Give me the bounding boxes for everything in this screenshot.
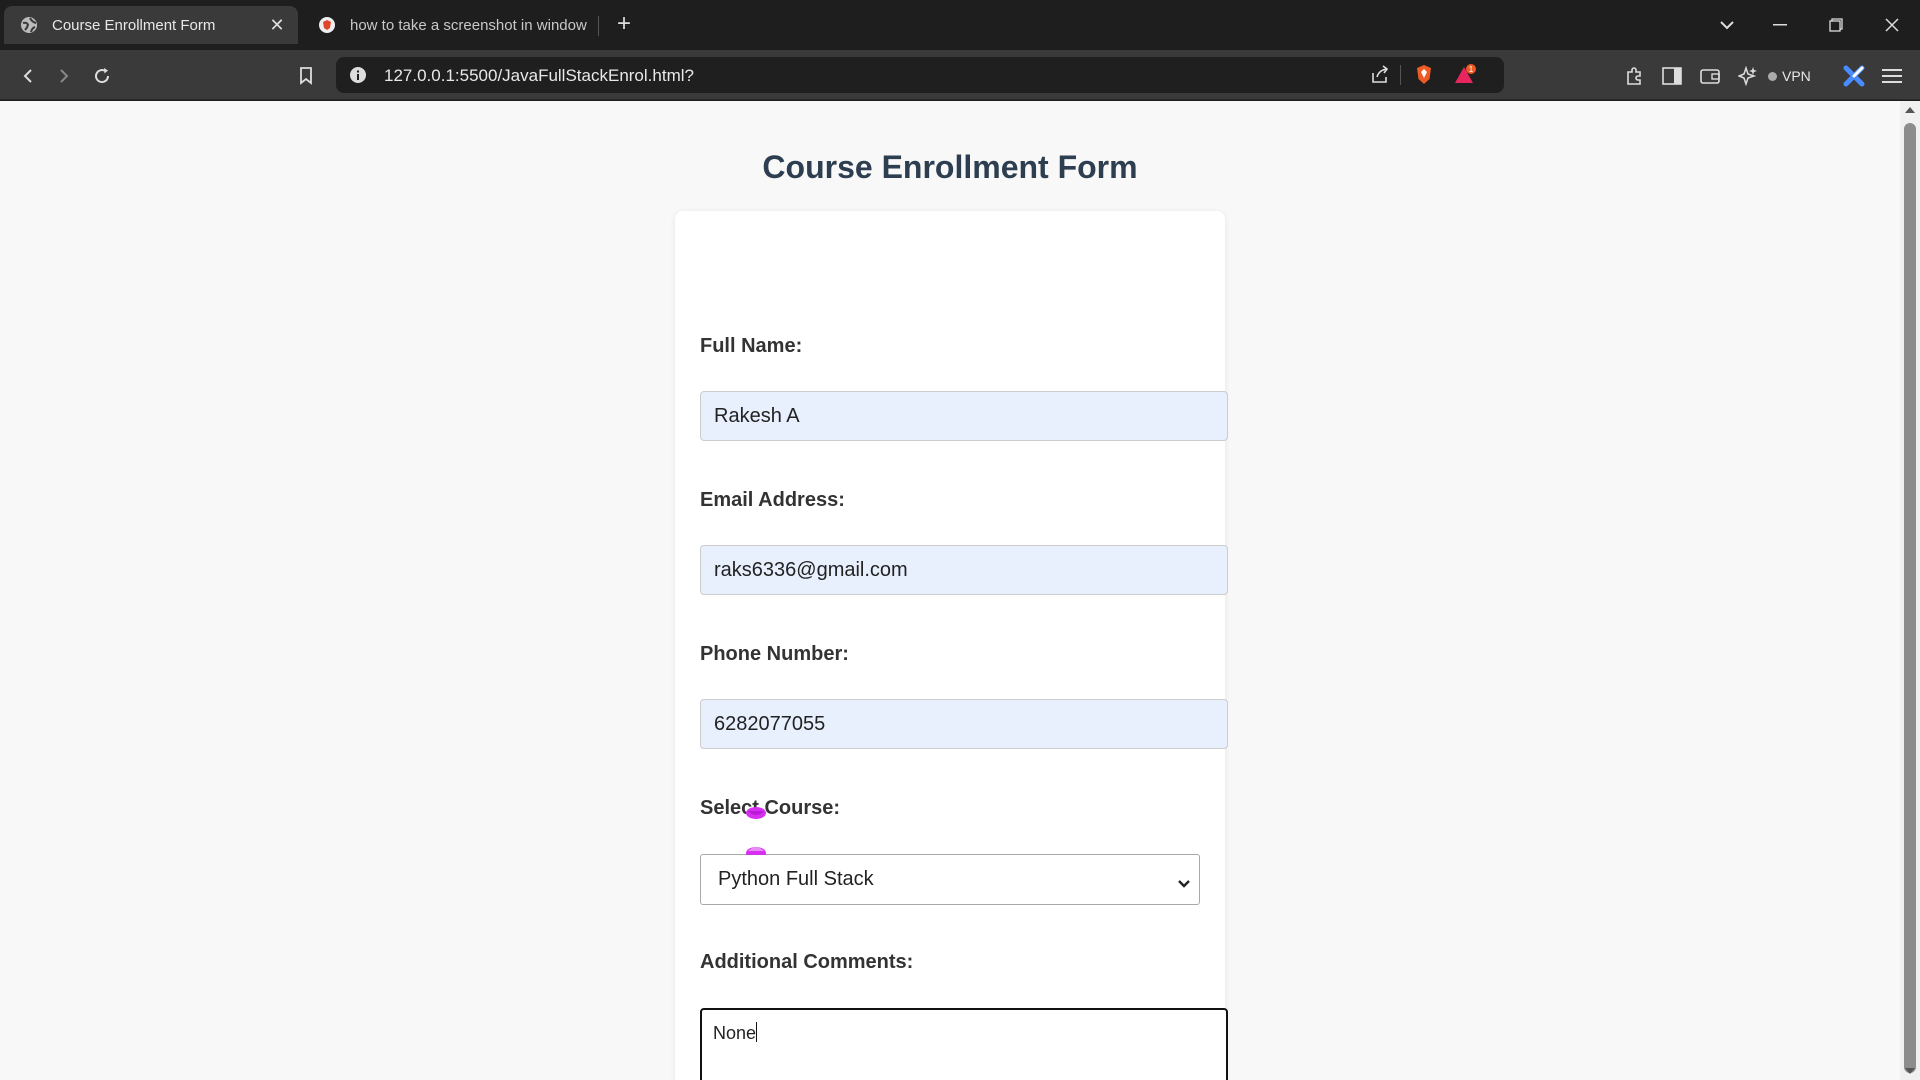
scrollbar-thumb[interactable] (1904, 123, 1916, 1073)
text-select-cursor-icon (745, 805, 767, 860)
email-label: Email Address: (700, 489, 845, 511)
email-input[interactable]: raks6336@gmail.com (700, 545, 1228, 595)
text-caret (756, 1022, 758, 1042)
full-name-input[interactable]: Rakesh A (700, 391, 1228, 441)
new-tab-button[interactable]: + (610, 10, 638, 38)
comments-label: Additional Comments: (700, 951, 914, 973)
course-selected-value: Python Full Stack (718, 868, 874, 890)
menu-icon[interactable] (1878, 62, 1906, 90)
site-info-icon[interactable] (346, 63, 370, 87)
close-tab-icon[interactable]: ✕ (264, 12, 290, 38)
sidebar-icon[interactable] (1658, 62, 1686, 90)
extensions-icon[interactable] (1620, 62, 1648, 90)
brave-rewards-icon[interactable]: 1 (1454, 63, 1478, 87)
vertical-scrollbar[interactable] (1900, 101, 1920, 1080)
leo-ai-icon[interactable] (1734, 62, 1762, 90)
tab-title: how to take a screenshot in window (350, 16, 587, 34)
tab-search-chevron-icon[interactable] (1712, 10, 1742, 40)
url-text: 127.0.0.1:5500/JavaFullStackEnrol.html? (384, 66, 694, 85)
vpn-label: VPN (1782, 68, 1811, 84)
reload-icon[interactable] (87, 61, 117, 91)
vpn-status-icon (1768, 71, 1777, 81)
rewards-count: 1 (1469, 65, 1474, 74)
scroll-up-icon[interactable] (1905, 107, 1915, 113)
brave-search-icon (318, 16, 336, 34)
course-select[interactable]: Python Full Stack (700, 854, 1200, 905)
share-icon[interactable] (1368, 63, 1392, 87)
comments-textarea[interactable]: None (700, 1008, 1228, 1080)
tab-divider (598, 16, 599, 36)
tab-course-enrollment[interactable]: Course Enrollment Form ✕ (4, 6, 298, 44)
phone-label: Phone Number: (700, 643, 849, 665)
globe-icon (20, 16, 38, 34)
page-viewport: Course Enrollment Form Full Name: Rakesh… (0, 101, 1900, 1080)
url-divider (1400, 65, 1401, 85)
forward-icon[interactable] (49, 61, 79, 91)
course-label: Select Course: (700, 797, 841, 819)
wallet-icon[interactable] (1696, 62, 1724, 90)
tab-strip: Course Enrollment Form ✕ how to take a s… (0, 0, 1920, 50)
browser-toolbar: 127.0.0.1:5500/JavaFullStackEnrol.html? … (0, 50, 1920, 100)
brave-shields-icon[interactable] (1412, 63, 1436, 87)
tab-screenshot-search[interactable]: how to take a screenshot in window (308, 6, 598, 44)
enrollment-form: Full Name: Rakesh A Email Address: raks6… (675, 211, 1228, 1080)
page-title: Course Enrollment Form (762, 149, 1138, 185)
profile-icon[interactable] (1840, 62, 1868, 90)
scroll-down-icon[interactable] (1905, 1068, 1915, 1074)
full-name-label: Full Name: (700, 335, 803, 357)
close-window-icon[interactable] (1864, 0, 1920, 50)
comments-text: None (713, 1023, 757, 1043)
vpn-button[interactable]: VPN (1768, 64, 1811, 88)
back-icon[interactable] (13, 61, 43, 91)
chevron-down-icon (1177, 872, 1191, 895)
address-bar[interactable]: 127.0.0.1:5500/JavaFullStackEnrol.html? … (336, 57, 1504, 93)
restore-icon[interactable] (1808, 0, 1864, 50)
bookmark-icon[interactable] (291, 61, 321, 91)
phone-input[interactable]: 6282077055 (700, 699, 1228, 749)
minimize-icon[interactable] (1752, 0, 1808, 50)
tab-title: Course Enrollment Form (52, 16, 216, 34)
